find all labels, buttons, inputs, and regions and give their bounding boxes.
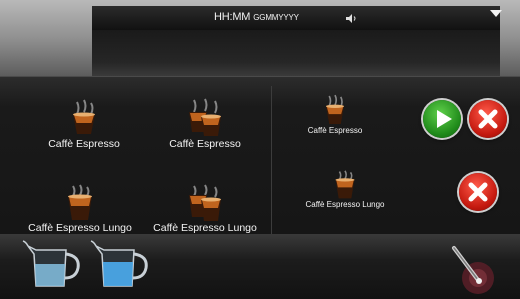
time-text: HH:MM bbox=[214, 11, 251, 23]
queue-item-lungo: Caffè Espresso Lungo bbox=[285, 170, 405, 209]
lungo-cup-icon bbox=[68, 184, 92, 220]
drink-button-double-espresso[interactable]: Caffè Espresso bbox=[145, 96, 265, 150]
queue-item-espresso: Caffè Espresso bbox=[275, 94, 395, 135]
drink-button-double-lungo[interactable]: Caffè Espresso Lungo bbox=[145, 184, 265, 234]
cancel-icon bbox=[468, 182, 488, 202]
double-espresso-cup-icon bbox=[189, 98, 221, 136]
machine-screen: HH:MMGGMMYYYY Caffè Espresso Caffè Espr bbox=[0, 0, 520, 299]
espresso-cup-icon bbox=[325, 94, 345, 124]
panel-divider bbox=[271, 86, 272, 234]
drink-label: Caffè Espresso bbox=[169, 138, 241, 150]
drink-label: Caffè Espresso Lungo bbox=[153, 222, 257, 234]
lungo-cup-icon bbox=[335, 170, 355, 199]
queue-label: Caffè Espresso Lungo bbox=[305, 200, 385, 209]
cancel-button-lungo[interactable] bbox=[459, 173, 497, 211]
hot-water-jug-icon[interactable] bbox=[90, 240, 150, 292]
date-text: GGMMYYYY bbox=[253, 13, 299, 22]
speaker-icon[interactable] bbox=[346, 14, 358, 23]
drink-label: Caffè Espresso Lungo bbox=[28, 222, 132, 234]
start-button[interactable] bbox=[423, 100, 461, 138]
start-icon bbox=[437, 110, 452, 128]
message-area bbox=[92, 30, 500, 76]
status-bar: HH:MM GGMMYYYY bbox=[92, 6, 500, 30]
menu-arrow-icon[interactable] bbox=[490, 10, 502, 17]
drink-button-espresso[interactable]: Caffè Espresso bbox=[24, 96, 144, 150]
drink-button-lungo[interactable]: Caffè Espresso Lungo bbox=[20, 184, 140, 234]
espresso-cup-icon bbox=[73, 99, 95, 134]
queue-label: Caffè Espresso bbox=[307, 126, 363, 135]
milk-jug-icon[interactable] bbox=[22, 240, 82, 292]
drink-label: Caffè Espresso bbox=[48, 138, 120, 150]
cancel-icon bbox=[478, 109, 498, 129]
steam-wand-icon[interactable] bbox=[448, 244, 500, 296]
double-lungo-cup-icon bbox=[189, 184, 221, 221]
cancel-button-espresso[interactable] bbox=[469, 100, 507, 138]
clock: HH:MM GGMMYYYY bbox=[214, 11, 299, 23]
